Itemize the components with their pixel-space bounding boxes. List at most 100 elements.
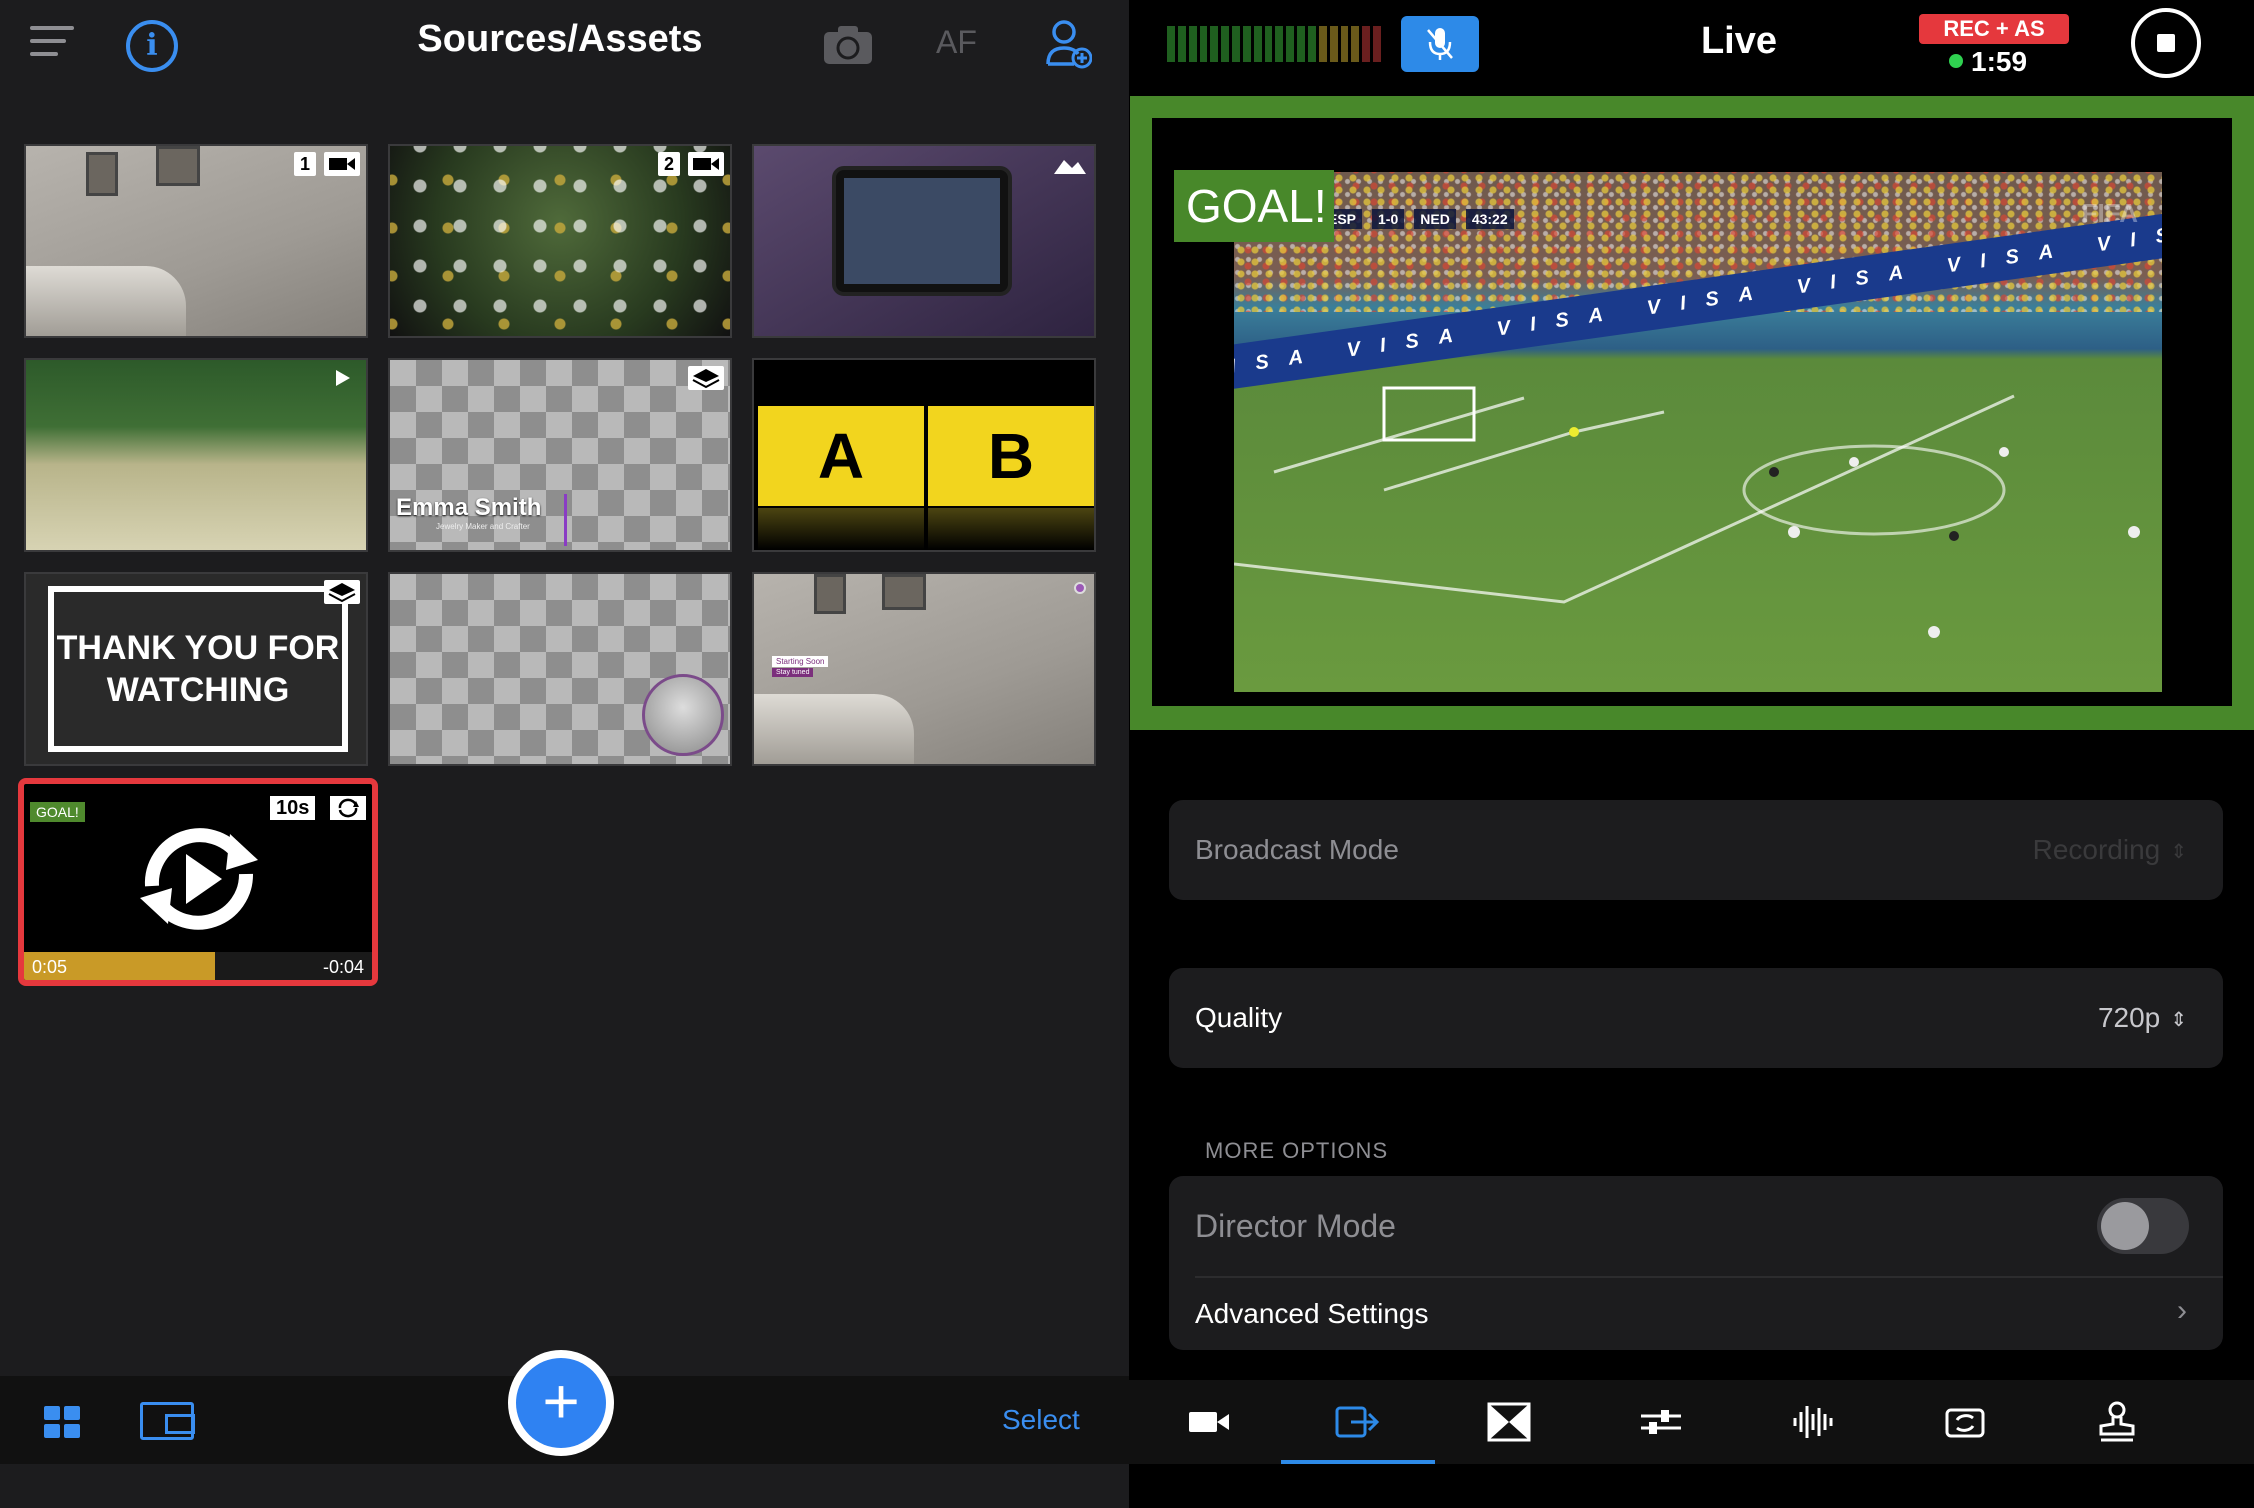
select-button[interactable]: Select (1002, 1404, 1080, 1436)
scorebug: ESP 1-0 NED 43:22 (1322, 208, 1514, 230)
starting-soon-subtitle: Stay tuned (772, 668, 814, 677)
more-options-header: MORE OPTIONS (1205, 1138, 1389, 1163)
camera-snapshot-icon[interactable] (822, 24, 874, 66)
clip-progress-bar[interactable]: 0:05 -0:04 (24, 952, 372, 980)
live-panel: Live REC + AS 1:59 VISA VISA VISA VISA V… (1129, 0, 2254, 1508)
asset-tile-starting-soon[interactable]: Starting Soon Stay tuned (752, 572, 1096, 766)
audio-tab[interactable] (1773, 1394, 1853, 1450)
goal-tag: GOAL! (30, 802, 85, 822)
wall-frame (156, 146, 200, 186)
add-guest-icon[interactable] (1044, 18, 1092, 70)
wall-frame (882, 574, 926, 610)
asset-tile-camera-2[interactable]: 2 (388, 144, 732, 338)
autofocus-button[interactable]: AF (936, 24, 977, 61)
menu-icon[interactable] (30, 26, 74, 60)
asset-tile-image-tablet[interactable] (752, 144, 1096, 338)
updown-chevron-icon: ⇕ (2170, 1009, 2187, 1032)
director-mode-label: Director Mode (1195, 1208, 1396, 1244)
broadcast-mode-label: Broadcast Mode (1195, 834, 1399, 865)
score: 1-0 (1372, 209, 1405, 229)
asset-tile-lower-third[interactable]: Emma Smith Jewelry Maker and Crafter (388, 358, 732, 552)
control-tab-bar (1129, 1380, 2254, 1464)
meter-segment (1362, 26, 1371, 62)
grid-view-icon[interactable] (44, 1406, 80, 1438)
score-team-2: NED (1414, 209, 1456, 229)
asset-tile-video-wheat[interactable] (24, 358, 368, 552)
output-tab[interactable] (1317, 1394, 1397, 1450)
asset-tile-camera-1[interactable]: 1 (24, 144, 368, 338)
lower-third-subtitle: Jewelry Maker and Crafter (436, 522, 530, 531)
panel-b: B (928, 406, 1094, 506)
meter-segment (1177, 26, 1186, 62)
meter-segment (1373, 26, 1381, 62)
more-options-card: Director Mode Advanced Settings › (1169, 1176, 2223, 1350)
meter-segment (1286, 26, 1295, 62)
pitch-lines (1234, 386, 2140, 638)
clip-elapsed-time: 0:05 (32, 957, 68, 977)
switch-camera-icon (1945, 1408, 1985, 1438)
broadcaster-watermark: FIFA (2081, 198, 2138, 228)
plus-icon: + (516, 1358, 606, 1448)
video-camera-icon (1189, 1412, 1229, 1432)
add-source-button[interactable]: + (508, 1350, 614, 1456)
lower-third-name: Emma Smith (396, 494, 542, 521)
tablet-image (832, 166, 1012, 296)
asset-tile-ab-comparison[interactable]: A B (752, 358, 1096, 552)
program-preview[interactable]: VISA VISA VISA VISA VISA VISA VISA VISA … (1130, 96, 2254, 730)
lower-third-graphic: Emma Smith Jewelry Maker and Crafter (396, 494, 566, 546)
replay-loop-icon (140, 828, 258, 930)
meter-segment (1297, 26, 1305, 62)
asset-tile-thank-you[interactable]: THANK YOU FOR WATCHING (24, 572, 368, 766)
info-icon[interactable]: i (126, 20, 178, 72)
audio-waveform-icon (1793, 1406, 1833, 1438)
switch-camera-tab[interactable] (1925, 1394, 2005, 1450)
pip-circle (642, 674, 724, 756)
wall-frame (86, 152, 118, 196)
meter-segment (1329, 26, 1338, 62)
layers-icon (324, 580, 360, 604)
director-mode-toggle[interactable] (2097, 1198, 2189, 1254)
quality-label: Quality (1195, 1002, 1283, 1033)
panel-a: A (758, 406, 924, 506)
quality-value: 720p ⇕ (2097, 1002, 2187, 1033)
quality-row[interactable]: Quality 720p ⇕ (1169, 968, 2223, 1068)
wall-frame (814, 574, 846, 614)
thank-you-text: THANK YOU FOR WATCHING (48, 586, 348, 752)
active-tab-indicator (1281, 1460, 1435, 1464)
meter-segment (1340, 26, 1349, 62)
broadcast-mode-row[interactable]: Broadcast Mode Recording ⇕ (1169, 800, 2223, 900)
recording-timer: 1:59 (1971, 46, 2028, 77)
sofa-image (754, 694, 914, 764)
advanced-settings-row[interactable]: Advanced Settings (1195, 1298, 1429, 1330)
layers-icon (688, 366, 724, 390)
chevron-right-icon: › (2177, 1294, 2187, 1327)
loop-icon (330, 796, 366, 820)
camera-number-badge: 1 (293, 152, 316, 176)
play-icon (336, 370, 350, 386)
adjust-tab[interactable] (1621, 1394, 1701, 1450)
meter-segment (1199, 26, 1208, 62)
microphone-button[interactable] (1401, 16, 1479, 72)
transition-tab[interactable] (1469, 1394, 1549, 1450)
sources-toolbar: i Sources/Assets AF (0, 0, 1129, 90)
meter-segment (1275, 26, 1284, 62)
soccer-field-video: VISA VISA VISA VISA VISA VISA VISA VISA … (1234, 172, 2162, 692)
image-icon (1054, 160, 1086, 174)
asset-tile-pip-circle[interactable] (388, 572, 732, 766)
camera-tab[interactable] (1169, 1394, 1249, 1450)
clip-remaining-time: -0:04 (322, 957, 364, 977)
adjust-sliders-icon (1641, 1410, 1681, 1434)
layout-view-icon[interactable] (140, 1402, 195, 1440)
stamp-icon (2099, 1401, 2135, 1442)
toggle-knob (2101, 1202, 2149, 1250)
asset-tile-goal-replay[interactable]: GOAL! 10s 0:05 -0:04 (18, 778, 378, 986)
stamp-tab[interactable] (2077, 1394, 2157, 1450)
meter-segment (1307, 26, 1316, 62)
page-title: Sources/Assets (417, 18, 703, 60)
sources-panel: i Sources/Assets AF 1 2 Emma Smith Jewel… (0, 0, 1129, 1508)
broadcast-mode-value: Recording ⇕ (2032, 834, 2187, 865)
meter-segment (1253, 26, 1262, 62)
reflection (758, 508, 924, 550)
stop-recording-button[interactable] (2131, 8, 2201, 78)
reflection (928, 508, 1094, 550)
